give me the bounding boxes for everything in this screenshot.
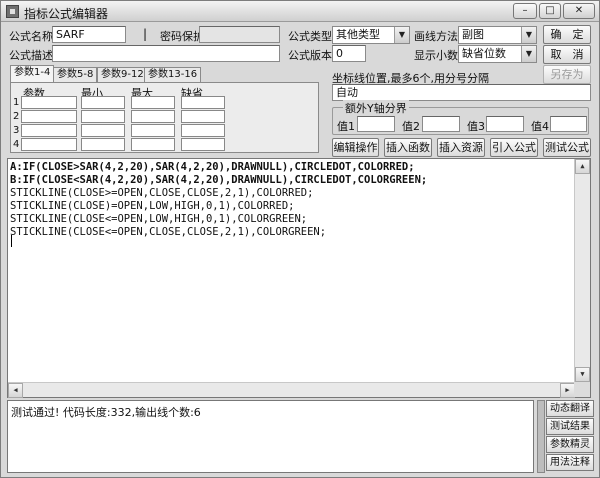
param-name-input[interactable] [21,110,77,123]
usage-notes-button[interactable]: 用法注释 [546,454,594,471]
text-cursor-mark: | [143,27,148,41]
param-min-input[interactable] [81,96,125,109]
formula-code-editor[interactable]: A:IF(CLOSE>SAR(4,2,20),SAR(4,2,20),DRAWN… [7,158,591,398]
formula-type-select[interactable]: 其他类型 ▼ [332,26,410,44]
param-row-label: 3 [13,125,20,136]
minimize-button[interactable]: – [513,3,537,19]
chevron-down-icon[interactable]: ▼ [521,27,536,43]
formula-name-input[interactable]: SARF [52,26,126,43]
close-button[interactable]: ✕ [563,3,595,19]
dynamic-translate-button[interactable]: 动态翻译 [546,400,594,417]
param-name-input[interactable] [21,138,77,151]
test-output-panel: 测试通过! 代码长度:332,输出线个数:6 [7,400,534,473]
tab-params-1-4[interactable]: 参数1-4 [10,65,55,83]
param-min-input[interactable] [81,138,125,151]
password-input[interactable] [199,26,280,43]
test-result-button[interactable]: 测试结果 [546,418,594,435]
scroll-up-icon[interactable]: ▲ [575,159,590,174]
draw-method-label: 画线方法 [414,30,458,43]
side-scroll-rail[interactable] [537,400,545,473]
formula-version-input[interactable]: 0 [332,45,366,62]
y-value-3-input[interactable] [486,116,524,132]
code-line: STICKLINE(CLOSE>=OPEN,CLOSE,CLOSE,2,1),C… [10,187,314,199]
code-line: B:IF(CLOSE<SAR(4,2,20),SAR(4,2,20),DRAWN… [10,174,428,186]
import-formula-button[interactable]: 引入公式 [490,138,538,157]
text-caret [11,235,12,247]
param-wizard-button[interactable]: 参数精灵 [546,436,594,453]
decimal-places-select[interactable]: 缺省位数 ▼ [458,45,537,63]
chevron-down-icon[interactable]: ▼ [394,27,409,43]
param-max-input[interactable] [131,138,175,151]
param-name-input[interactable] [21,124,77,137]
y-value-1-label: 值1 [337,120,355,133]
extra-y-axis-title: 额外Y轴分界 [343,100,409,116]
app-icon [6,5,19,18]
test-result-message: 测试通过! 代码长度:332,输出线个数:6 [11,406,201,419]
draw-method-select[interactable]: 副图 ▼ [458,26,537,44]
tab-params-13-16[interactable]: 参数13-16 [144,67,202,82]
param-default-input[interactable] [181,96,225,109]
y-value-2-input[interactable] [422,116,460,132]
scrollbar-corner [574,382,590,397]
chevron-down-icon[interactable]: ▼ [521,46,536,62]
tab-params-9-12[interactable]: 参数9-12 [97,67,148,82]
formula-desc-input[interactable] [52,45,280,62]
formula-type-label: 公式类型 [288,30,332,43]
param-default-input[interactable] [181,124,225,137]
save-as-button[interactable]: 另存为 [543,65,591,84]
test-formula-button[interactable]: 测试公式 [543,138,591,157]
insert-resource-button[interactable]: 插入资源 [437,138,485,157]
scroll-right-icon[interactable]: ▶ [560,383,575,398]
param-row-label: 2 [13,111,20,122]
decimal-places-value: 缺省位数 [462,47,506,60]
y-value-1-input[interactable] [357,116,395,132]
formula-editor-window: 指标公式编辑器 – □ ✕ 公式名称 SARF | 密码保护 公式类型 其他类型… [0,0,600,478]
param-max-input[interactable] [131,96,175,109]
title-bar[interactable]: 指标公式编辑器 – □ ✕ [1,1,599,22]
insert-function-button[interactable]: 插入函数 [384,138,432,157]
param-row-label: 1 [13,97,20,108]
formula-version-label: 公式版本 [288,49,332,62]
scroll-down-icon[interactable]: ▼ [575,367,590,382]
y-value-4-label: 值4 [531,120,549,133]
tab-params-5-8[interactable]: 参数5-8 [53,67,98,82]
draw-method-value: 副图 [462,28,484,41]
code-line: STICKLINE(CLOSE<=OPEN,LOW,HIGH,0,1),COLO… [10,213,308,225]
code-line: A:IF(CLOSE>SAR(4,2,20),SAR(4,2,20),DRAWN… [10,161,415,173]
coord-line-input[interactable]: 自动 [332,84,591,101]
y-value-3-label: 值3 [467,120,485,133]
formula-desc-label: 公式描述 [9,49,53,62]
password-label: 密码保护 [160,30,204,43]
param-row-label: 4 [13,139,20,150]
params-panel: 参数 最小 最大 缺省 1 2 3 4 [10,82,319,153]
extra-y-axis-group: 额外Y轴分界 值1 值2 值3 值4 [332,100,589,135]
param-name-input[interactable] [21,96,77,109]
horizontal-scrollbar[interactable]: ◀ ▶ [8,382,575,398]
code-line: STICKLINE(CLOSE)=OPEN,LOW,HIGH,0,1),COLO… [10,200,295,212]
param-max-input[interactable] [131,110,175,123]
window-title: 指标公式编辑器 [24,7,109,21]
param-default-input[interactable] [181,110,225,123]
param-min-input[interactable] [81,110,125,123]
param-default-input[interactable] [181,138,225,151]
formula-type-value: 其他类型 [336,28,380,41]
vertical-scrollbar[interactable]: ▲ ▼ [574,159,590,382]
cancel-button[interactable]: 取 消 [543,45,591,64]
formula-name-label: 公式名称 [9,30,53,43]
y-value-4-input[interactable] [550,116,587,132]
decimal-places-label: 显示小数 [414,49,458,62]
edit-operation-button[interactable]: 编辑操作 [332,138,379,157]
code-line: STICKLINE(CLOSE<=OPEN,CLOSE,CLOSE,2,1),C… [10,226,327,238]
param-min-input[interactable] [81,124,125,137]
y-value-2-label: 值2 [402,120,420,133]
maximize-button[interactable]: □ [539,3,561,19]
scroll-left-icon[interactable]: ◀ [8,383,23,398]
ok-button[interactable]: 确 定 [543,25,591,44]
param-max-input[interactable] [131,124,175,137]
